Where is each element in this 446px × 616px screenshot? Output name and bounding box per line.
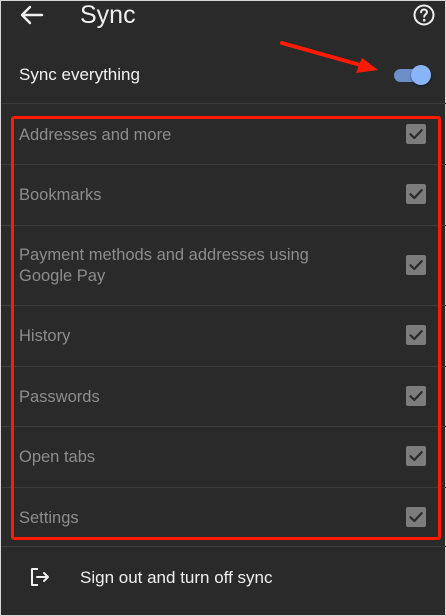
sync-item-label: Passwords — [19, 388, 100, 406]
check-icon — [409, 129, 423, 140]
sync-item-label: History — [19, 327, 71, 345]
sync-settings-screen: Sync Sync everything Addresses and more … — [0, 0, 446, 616]
sync-item-label: Open tabs — [19, 448, 96, 466]
page-title: Sync — [80, 1, 136, 29]
sign-out-button[interactable]: Sign out and turn off sync — [1, 547, 446, 607]
sync-everything-label: Sync everything — [19, 65, 140, 84]
check-icon — [409, 451, 423, 462]
sync-item-checkbox[interactable] — [406, 446, 426, 466]
sync-item-checkbox[interactable] — [406, 184, 426, 204]
check-icon — [409, 391, 423, 402]
sync-item-label: Bookmarks — [19, 186, 102, 204]
sync-item-checkbox[interactable] — [406, 255, 426, 275]
check-icon — [409, 260, 423, 271]
sync-everything-row[interactable]: Sync everything — [1, 45, 446, 103]
sync-item-checkbox[interactable] — [406, 386, 426, 406]
sync-item-passwords[interactable]: Passwords — [1, 367, 446, 426]
sync-item-payment-methods[interactable]: Payment methods and addresses using Goog… — [1, 226, 446, 305]
sync-item-label: Settings — [19, 509, 79, 527]
sync-item-bookmarks[interactable]: Bookmarks — [1, 165, 446, 225]
back-button[interactable] — [19, 4, 45, 26]
sign-out-label: Sign out and turn off sync — [80, 568, 273, 587]
sync-item-open-tabs[interactable]: Open tabs — [1, 427, 446, 487]
arrow-back-icon — [20, 5, 44, 25]
sync-item-settings[interactable]: Settings — [1, 488, 446, 546]
sync-item-label: Payment methods and addresses using Goog… — [19, 246, 309, 285]
check-icon — [409, 512, 423, 523]
app-bar: Sync — [1, 1, 446, 33]
check-icon — [409, 189, 423, 200]
toggle-thumb — [411, 65, 431, 85]
logout-icon — [29, 566, 51, 588]
help-circle-icon — [413, 4, 435, 26]
check-icon — [409, 330, 423, 341]
sync-item-label: Addresses and more — [19, 126, 172, 144]
sync-item-checkbox[interactable] — [406, 507, 426, 527]
sync-everything-toggle[interactable] — [392, 64, 431, 86]
sync-item-history[interactable]: History — [1, 306, 446, 366]
sync-item-addresses[interactable]: Addresses and more — [1, 104, 446, 164]
help-button[interactable] — [412, 3, 436, 27]
sync-item-checkbox[interactable] — [406, 325, 426, 345]
sync-item-checkbox[interactable] — [406, 124, 426, 144]
